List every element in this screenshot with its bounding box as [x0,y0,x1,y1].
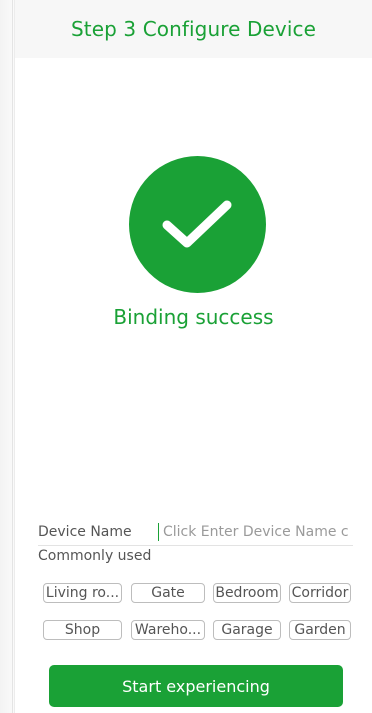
preset-chip-living-room[interactable]: Living ro... [43,583,122,603]
preset-chip-garage[interactable]: Garage [213,620,281,640]
preset-chip-garden[interactable]: Garden [289,620,351,640]
start-experiencing-button[interactable]: Start experiencing [49,665,343,707]
app-screen: Step 3 Configure Device Binding success … [0,0,372,713]
page-title: Step 3 Configure Device [71,17,316,41]
success-circle [128,156,266,293]
preset-chip-bedroom[interactable]: Bedroom [213,583,281,603]
success-indicator [0,156,372,293]
binding-status-text: Binding success [113,305,274,329]
left-edge-rule [12,0,13,713]
commonly-used-label: Commonly used [38,548,152,564]
preset-chip-warehouse[interactable]: Wareho... [131,620,205,640]
device-name-input[interactable] [158,522,353,541]
device-name-label: Device Name [38,523,132,540]
left-edge-strip [0,0,15,713]
preset-chip-corridor[interactable]: Corridor [289,583,351,603]
preset-chip-shop[interactable]: Shop [43,620,122,640]
preset-chip-gate[interactable]: Gate [131,583,205,603]
check-icon [162,200,232,247]
device-name-field-row: Device Name [38,518,353,546]
page-header: Step 3 Configure Device [15,0,372,58]
